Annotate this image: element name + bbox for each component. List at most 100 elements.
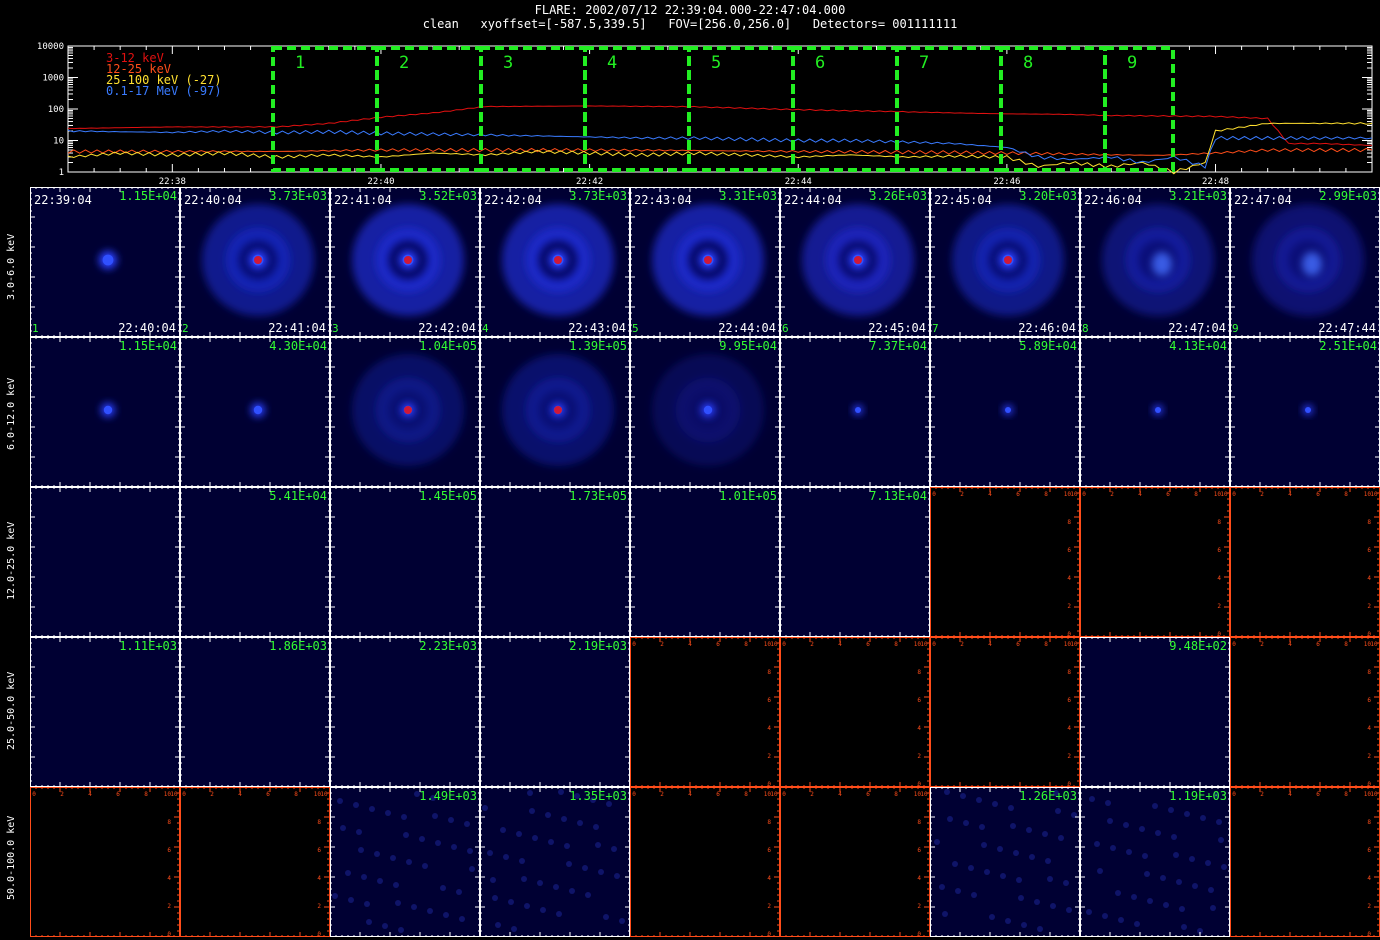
empty-background <box>30 787 180 937</box>
empty-axis-tick-label: 10 <box>1220 491 1228 498</box>
panel-start-time: 22:39:04 <box>34 193 92 207</box>
empty-axis-tick-label: 2 <box>960 641 964 648</box>
empty-axis-tick-label: 6 <box>1016 491 1020 498</box>
noise-blob <box>1221 864 1227 870</box>
noise-blob <box>459 916 465 922</box>
empty-axis-tick-label: 4 <box>1217 575 1221 582</box>
panel-number: 7 <box>932 322 939 335</box>
image-panel: 2.23E+03 <box>330 637 480 787</box>
panel-image <box>930 787 1080 937</box>
row-label-energy: 6.0-12.0 keV <box>6 377 17 450</box>
noise-blob <box>1107 818 1113 824</box>
empty-axis-tick-label: 8 <box>1217 519 1221 526</box>
empty-axis-tick-label: 10 <box>770 641 778 648</box>
noise-blob <box>1208 887 1214 893</box>
row-label-energy: 25.0-50.0 keV <box>6 671 17 750</box>
empty-axis-tick-label: 10 <box>920 791 928 798</box>
empty-axis-tick-label: 2 <box>210 791 214 798</box>
panel-maximum: 1.15E+04 <box>119 339 177 353</box>
image-panel: 0 0 2 2 4 4 6 6 8 8 10 10 <box>630 787 780 937</box>
empty-axis-tick-label: 2 <box>1260 791 1264 798</box>
source-peak <box>554 406 562 414</box>
empty-axis-tick-label: 6 <box>1067 547 1071 554</box>
panel-image: 0022446688 10 10 <box>630 787 780 937</box>
panel-number: 9 <box>1232 322 1239 335</box>
noise-blob <box>1063 880 1069 886</box>
panel-image <box>330 187 480 337</box>
empty-axis-tick-label: 10 <box>1070 491 1078 498</box>
noise-blob <box>1034 899 1040 905</box>
empty-axis-tick-label: 6 <box>866 791 870 798</box>
noise-blob <box>1144 871 1150 877</box>
noise-blob <box>1147 898 1153 904</box>
empty-axis-tick-label: 8 <box>917 819 921 826</box>
noise-blob <box>1102 913 1108 919</box>
empty-axis-tick-label: 4 <box>88 791 92 798</box>
empty-axis-tick-label: 4 <box>1288 491 1292 498</box>
empty-axis-tick-label: 0 <box>632 791 636 798</box>
source-core <box>1305 407 1311 413</box>
panel-image: 0022446688 10 10 <box>780 637 930 787</box>
empty-axis-tick-label: 2 <box>767 753 771 760</box>
panel-image <box>1230 337 1380 487</box>
empty-axis-tick-label: 8 <box>894 641 898 648</box>
panel-number: 6 <box>782 322 789 335</box>
panel-maximum: 2.23E+03 <box>419 639 477 653</box>
noise-blob <box>366 919 372 925</box>
panel-end-time: 22:40:04 <box>118 321 176 335</box>
panel-maximum: 1.04E+05 <box>419 339 477 353</box>
y-tick-label: 1000 <box>42 74 64 84</box>
interval-number: 3 <box>503 53 513 73</box>
empty-axis-tick-label: 8 <box>1067 519 1071 526</box>
empty-axis-tick-label: 0 <box>317 931 321 937</box>
noise-blob <box>955 888 961 894</box>
noise-blob <box>545 812 551 818</box>
image-panel: 1.15E+04 22:39:04 22:40:04 1 <box>30 187 180 337</box>
noise-blob <box>419 836 425 842</box>
panel-start-time: 22:40:04 <box>184 193 242 207</box>
panel-start-time: 22:46:04 <box>1084 193 1142 207</box>
interval-number: 8 <box>1023 53 1033 73</box>
noise-blob <box>353 802 359 808</box>
panel-maximum: 3.73E+03 <box>269 189 327 203</box>
empty-axis-tick-label: 4 <box>988 641 992 648</box>
empty-axis-tick-label: 8 <box>1367 669 1371 676</box>
empty-axis-tick-label: 4 <box>1367 875 1371 882</box>
noise-blob <box>516 831 522 837</box>
empty-axis-tick-label: 10 <box>1370 641 1378 648</box>
noise-blob <box>1152 803 1158 809</box>
empty-axis-tick-label: 4 <box>1067 725 1071 732</box>
noise-blob <box>427 908 433 914</box>
panel-image <box>930 337 1080 487</box>
panel-number: 3 <box>332 322 339 335</box>
source-core <box>1152 252 1172 276</box>
noise-blob <box>1123 822 1129 828</box>
source-core <box>703 405 713 415</box>
source-peak <box>254 256 262 264</box>
image-panel: 1.11E+03 <box>30 637 180 787</box>
noise-blob <box>340 825 346 831</box>
empty-axis-tick-label: 6 <box>767 697 771 704</box>
noise-blob <box>1026 827 1032 833</box>
noise-blob <box>614 873 620 879</box>
noise-blob <box>382 923 388 929</box>
image-panel: 5.89E+04 <box>930 337 1080 487</box>
noise-blob <box>332 893 338 899</box>
noise-blob <box>524 903 530 909</box>
panel-number: 1 <box>32 322 39 335</box>
panel-image <box>630 187 780 337</box>
noise-blob <box>1086 909 1092 915</box>
source-peak <box>554 256 562 264</box>
empty-axis-tick-label: 4 <box>238 791 242 798</box>
noise-blob <box>1118 917 1124 923</box>
empty-axis-tick-label: 0 <box>1232 491 1236 498</box>
empty-axis-tick-label: 8 <box>1344 491 1348 498</box>
empty-axis-tick-label: 4 <box>1067 575 1071 582</box>
panel-image: 0022446688 10 10 <box>180 787 330 937</box>
panel-maximum: 4.30E+04 <box>269 339 327 353</box>
panel-start-time: 22:45:04 <box>934 193 992 207</box>
empty-axis-tick-label: 0 <box>917 931 921 937</box>
noise-blob <box>947 816 953 822</box>
noise-blob <box>942 911 948 917</box>
image-panel: 0 0 2 2 4 4 6 6 8 8 10 10 <box>930 487 1080 637</box>
